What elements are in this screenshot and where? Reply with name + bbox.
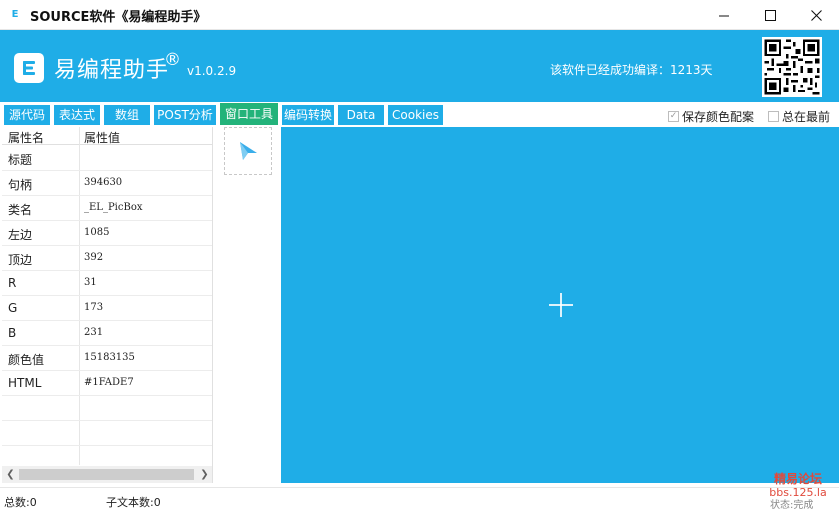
scrollbar-thumb[interactable] — [19, 469, 194, 480]
table-row[interactable]: 类名 _EL_PicBox — [2, 196, 212, 221]
tab-post-analysis[interactable]: POST分析 — [154, 105, 216, 125]
registered-mark: ® — [164, 50, 181, 70]
tab-expression[interactable]: 表达式 — [54, 105, 100, 125]
compile-stat: 该软件已经成功编译：1213天 — [550, 63, 713, 77]
watermark-url: bbs.125.la — [769, 486, 827, 499]
property-value: 392 — [84, 252, 104, 263]
property-value: _EL_PicBox — [84, 202, 143, 213]
tab-cookies[interactable]: Cookies — [388, 105, 443, 125]
column-header-value: 属性值 — [84, 131, 121, 145]
tab-array[interactable]: 数组 — [104, 105, 150, 125]
status-sub-text-count: 子文本数:0 — [106, 496, 161, 509]
property-name: G — [8, 301, 18, 315]
e-logo-icon — [14, 53, 44, 83]
tab-strip: 源代码 表达式 数组 POST分析 窗口工具 编码转换 Data Cookies… — [0, 102, 839, 126]
crosshair-icon — [549, 293, 573, 317]
version-label: v1.0.2.9 — [187, 64, 237, 78]
minimize-button[interactable] — [701, 0, 747, 30]
column-header-name: 属性名 — [8, 131, 45, 145]
table-row[interactable]: 左边 1085 — [2, 221, 212, 246]
save-color-option[interactable]: ✓ 保存颜色配案 — [668, 108, 754, 124]
property-value: 31 — [84, 277, 97, 288]
property-grid: 属性名 属性值 标题 句柄 394630 类名 _EL_PicBox 左边 1085 … — [2, 127, 213, 483]
table-row[interactable]: HTML #1FADE7 — [2, 371, 212, 396]
scroll-left-icon[interactable]: ❮ — [2, 466, 19, 483]
property-value: #1FADE7 — [84, 377, 134, 388]
property-name: 标题 — [8, 153, 33, 167]
scroll-right-icon[interactable]: ❯ — [196, 466, 212, 483]
watermark-name: 精易论坛 — [773, 472, 822, 486]
table-row[interactable]: R 31 — [2, 271, 212, 296]
always-top-option[interactable]: 总在最前 — [768, 108, 830, 124]
status-total: 总数:0 — [4, 496, 37, 509]
maximize-button[interactable] — [747, 0, 793, 30]
forum-watermark: 精易论坛 bbs.125.la — [766, 472, 830, 499]
property-name: 类名 — [8, 203, 33, 217]
empty-row — [2, 396, 212, 421]
property-value: 231 — [84, 327, 104, 338]
table-row[interactable]: 顶边 392 — [2, 246, 212, 271]
header-banner: 易编程助手 ® v1.0.2.9 该软件已经成功编译：1213天 — [0, 30, 839, 102]
table-row[interactable]: 句柄 394630 — [2, 171, 212, 196]
color-preview-area[interactable] — [281, 127, 839, 483]
maximize-icon — [764, 9, 776, 21]
minimize-icon — [718, 15, 729, 16]
property-name: 左边 — [8, 228, 33, 242]
property-name: 颜色值 — [8, 353, 45, 367]
table-row[interactable]: B 231 — [2, 321, 212, 346]
qr-code-icon — [762, 37, 822, 97]
table-row[interactable]: 颜色值 15183135 — [2, 346, 212, 371]
save-color-label: 保存颜色配案 — [682, 109, 755, 124]
tab-source-code[interactable]: 源代码 — [4, 105, 50, 125]
title-bar: E SOURCE软件《易编程助手》 — [0, 0, 839, 30]
property-grid-header: 属性名 属性值 — [2, 127, 212, 145]
property-rows: 标题 句柄 394630 类名 _EL_PicBox 左边 1085 顶边 392 R 3… — [2, 146, 212, 471]
table-row[interactable]: G 173 — [2, 296, 212, 321]
horizontal-scrollbar[interactable]: ❮ ❯ — [2, 466, 212, 483]
property-value: 173 — [84, 302, 104, 313]
property-name: B — [8, 326, 17, 340]
pointer-arrow-icon — [240, 142, 257, 160]
tab-encoding-convert[interactable]: 编码转换 — [282, 105, 334, 125]
property-name: R — [8, 276, 17, 290]
close-icon — [810, 9, 822, 21]
always-top-label: 总在最前 — [782, 109, 831, 124]
window-title: SOURCE软件《易编程助手》 — [30, 10, 207, 25]
status-bar: 总数:0 子文本数:0 状态:完成 — [0, 487, 839, 513]
checkbox-empty-icon[interactable] — [768, 110, 779, 122]
window-finder-tool[interactable] — [224, 127, 272, 175]
brand-name: 易编程助手 — [54, 58, 170, 83]
tab-window-tool[interactable]: 窗口工具 — [220, 103, 278, 125]
tab-data[interactable]: Data — [338, 105, 384, 125]
empty-row — [2, 421, 212, 446]
property-name: 句柄 — [8, 178, 33, 192]
app-icon: E — [11, 9, 19, 20]
property-name: HTML — [8, 376, 42, 390]
close-button[interactable] — [793, 0, 839, 30]
property-value: 1085 — [84, 227, 110, 238]
checkmark-icon[interactable]: ✓ — [668, 110, 679, 122]
property-value: 15183135 — [84, 352, 135, 363]
property-name: 顶边 — [8, 253, 33, 267]
property-value: 394630 — [84, 177, 123, 188]
table-row[interactable]: 标题 — [2, 146, 212, 171]
